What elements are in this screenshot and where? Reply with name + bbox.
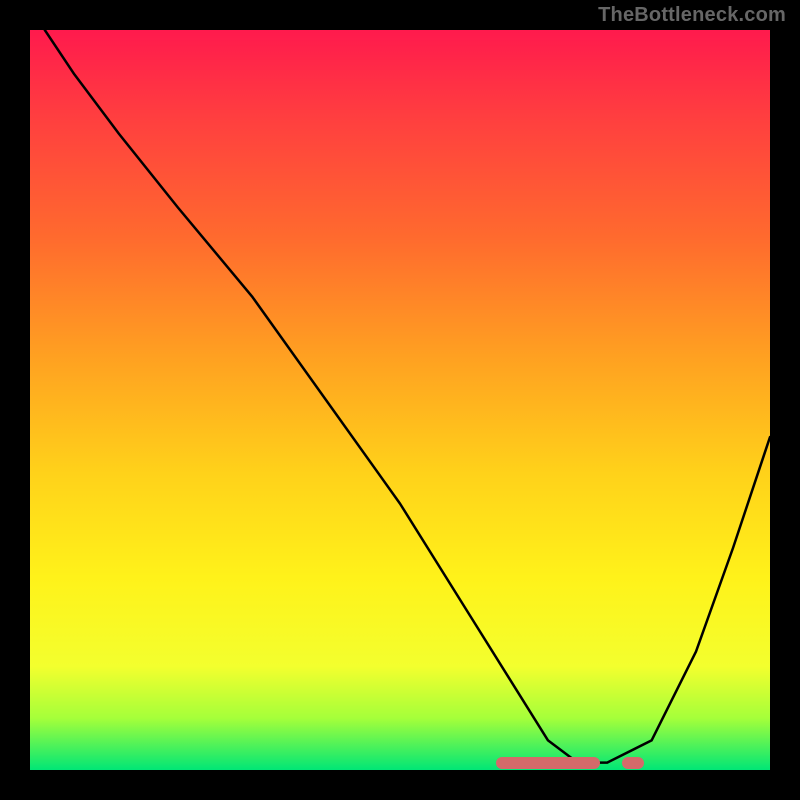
chart-container: TheBottleneck.com xyxy=(0,0,800,800)
dip-highlight-1 xyxy=(496,757,600,769)
dip-highlight-2 xyxy=(622,757,644,769)
watermark-text: TheBottleneck.com xyxy=(598,4,786,27)
plot-area xyxy=(30,30,770,770)
bottleneck-curve xyxy=(30,30,770,770)
